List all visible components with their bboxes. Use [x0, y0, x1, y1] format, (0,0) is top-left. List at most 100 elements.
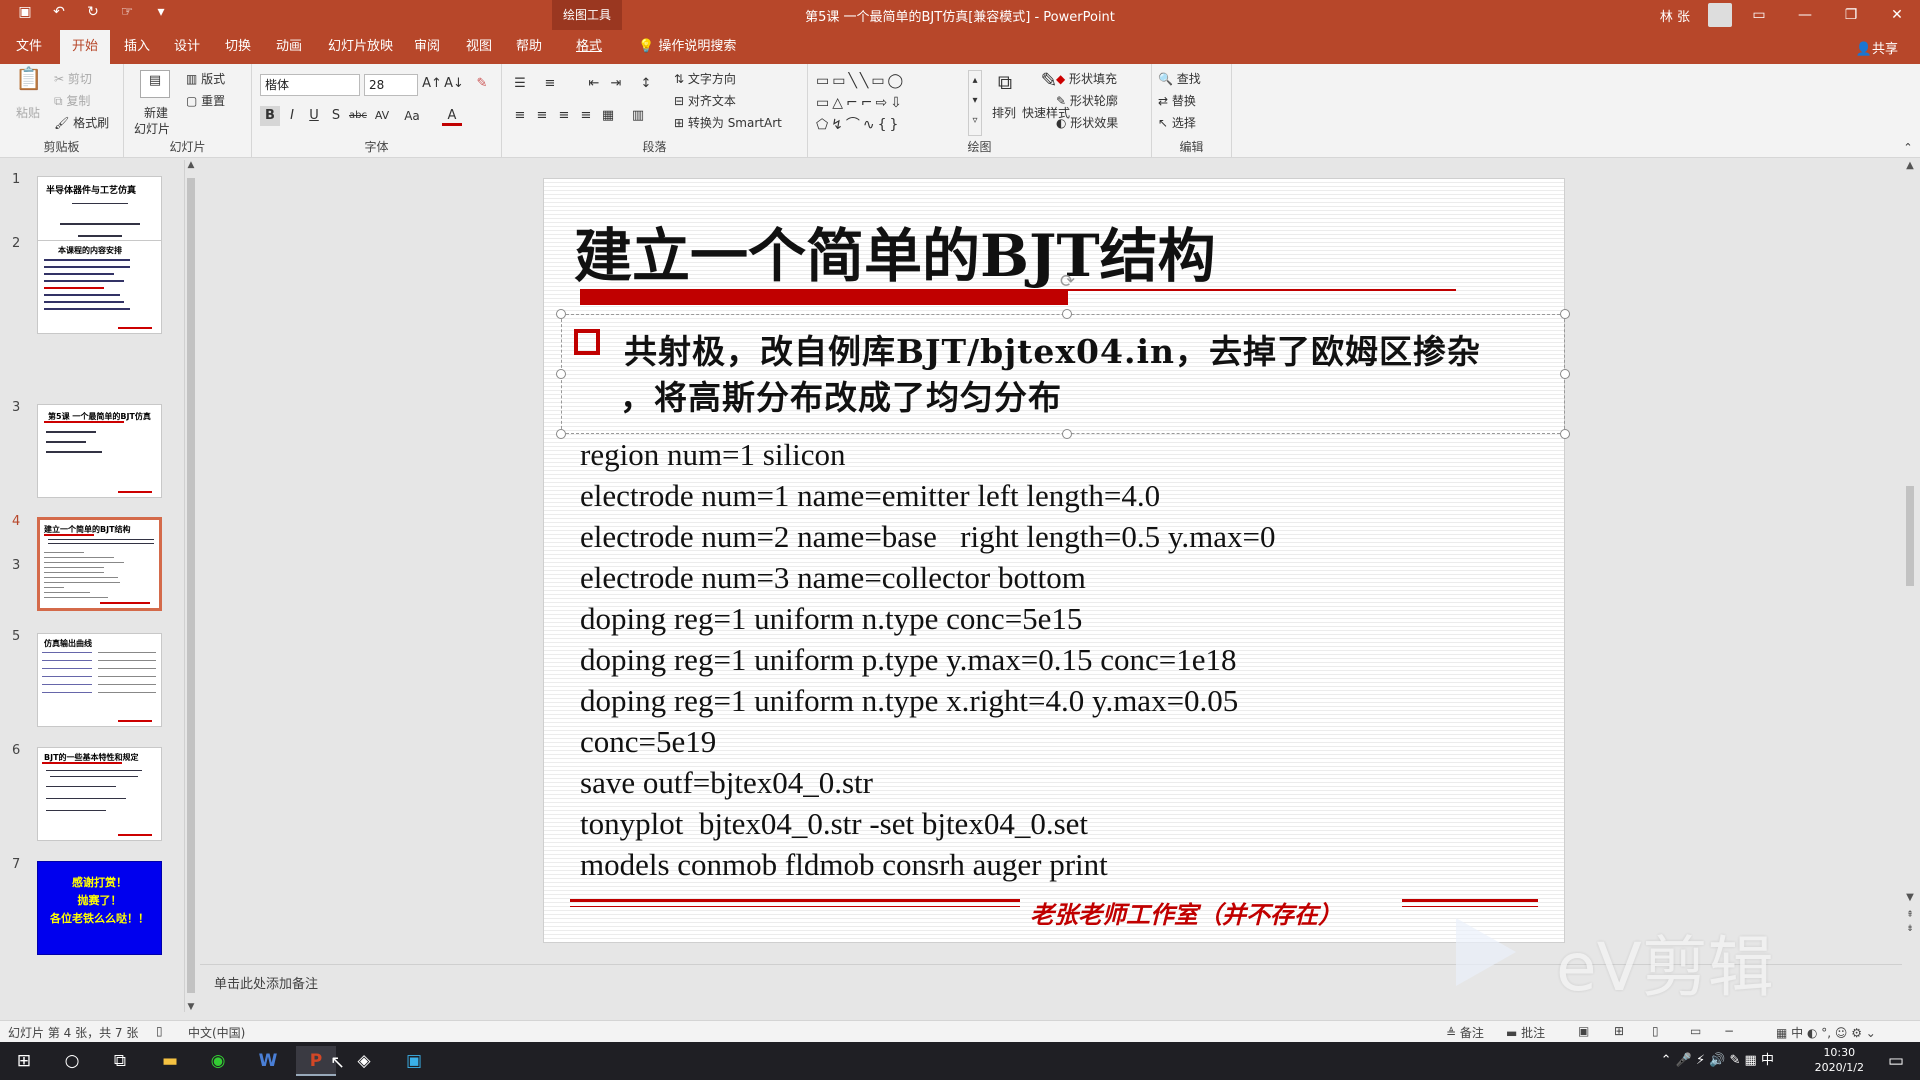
zoom-out-icon[interactable]: −: [1724, 1024, 1734, 1038]
code-line[interactable]: electrode num=1 name=emitter left length…: [580, 478, 1160, 514]
slide-scrollbar[interactable]: ▲ ▼ ⇞ ⇟: [1902, 160, 1918, 940]
tab-slideshow[interactable]: 幻灯片放映: [316, 30, 405, 64]
new-slide-icon[interactable]: ▤: [140, 70, 170, 98]
resize-handle[interactable]: [1560, 369, 1570, 379]
tell-me-search[interactable]: 💡 操作说明搜索: [626, 30, 748, 64]
notes-toggle[interactable]: ≜ 备注: [1446, 1024, 1484, 1041]
share-button[interactable]: 👤共享: [1856, 38, 1898, 57]
tab-help[interactable]: 帮助: [504, 30, 554, 64]
thumbnail-scrollbar[interactable]: ▲ ▼: [184, 160, 196, 1012]
replace-button[interactable]: ⇄ 替换: [1158, 92, 1196, 109]
italic-button[interactable]: I: [282, 106, 302, 126]
paste-icon[interactable]: 📋: [14, 69, 44, 100]
next-slide-icon[interactable]: ⇟: [1902, 924, 1918, 934]
increase-indent-icon[interactable]: ⇥: [606, 74, 626, 94]
reading-view-icon[interactable]: ▯: [1652, 1024, 1659, 1038]
code-line[interactable]: models conmob fldmob consrh auger print: [580, 847, 1108, 883]
slide-thumbnail-7[interactable]: 感谢打赏！ 抛赛了！ 各位老铁么么哒！！: [37, 861, 162, 955]
prev-slide-icon[interactable]: ⇞: [1902, 910, 1918, 920]
tab-insert[interactable]: 插入: [112, 30, 162, 64]
scroll-thumb[interactable]: [1906, 486, 1914, 586]
tab-design[interactable]: 设计: [162, 30, 212, 64]
comments-toggle[interactable]: ▬ 批注: [1506, 1024, 1545, 1041]
tab-home[interactable]: 开始: [60, 30, 111, 64]
cortana-icon[interactable]: ○: [52, 1046, 92, 1076]
align-center-icon[interactable]: ≡: [532, 106, 552, 126]
resize-handle[interactable]: [1560, 309, 1570, 319]
align-left-icon[interactable]: ≡: [510, 106, 530, 126]
tab-view[interactable]: 视图: [454, 30, 504, 64]
new-slide-button[interactable]: 新建: [144, 104, 168, 121]
code-line[interactable]: electrode num=3 name=collector bottom: [580, 560, 1086, 596]
collapse-ribbon-icon[interactable]: ⌃: [1898, 138, 1918, 158]
smartart-button[interactable]: ⊞ 转换为 SmartArt: [674, 114, 782, 131]
resize-handle[interactable]: [556, 369, 566, 379]
layout-button[interactable]: ▥ 版式: [186, 70, 225, 87]
copy-button[interactable]: ⧉ 复制: [54, 92, 90, 109]
scroll-thumb[interactable]: [187, 178, 195, 993]
change-case-button[interactable]: Aa: [402, 106, 422, 126]
bold-button[interactable]: B: [260, 106, 280, 126]
shapes-gallery[interactable]: ▭▭╲╲▭◯ ▭△⌐⌐⇨⇩ ⬠↯⌒∿{}: [816, 70, 966, 136]
browser-icon[interactable]: ◉: [198, 1046, 238, 1076]
ribbon-display-icon[interactable]: ▭: [1736, 0, 1782, 30]
task-view-icon[interactable]: ⧉: [100, 1046, 140, 1076]
bullet-text-line2[interactable]: ，将高斯分布改成了均匀分布: [620, 371, 1062, 419]
code-line[interactable]: region num=1 silicon: [580, 437, 845, 473]
decrease-indent-icon[interactable]: ⇤: [584, 74, 604, 94]
shape-outline-button[interactable]: ✎ 形状轮廓: [1056, 92, 1118, 109]
scroll-down-icon[interactable]: ▼: [1902, 892, 1918, 903]
shadow-button[interactable]: S: [326, 106, 346, 126]
restore-icon[interactable]: ❐: [1828, 0, 1874, 30]
select-button[interactable]: ↖ 选择: [1158, 114, 1196, 131]
ev-recorder-icon[interactable]: ▣: [394, 1046, 434, 1076]
minimize-icon[interactable]: —: [1782, 0, 1828, 30]
new-slide-label2[interactable]: 幻灯片: [134, 120, 170, 137]
strikethrough-button[interactable]: abc: [348, 106, 368, 126]
bullets-icon[interactable]: ☰: [510, 74, 530, 94]
tab-transitions[interactable]: 切换: [213, 30, 263, 64]
font-name-select[interactable]: 楷体: [260, 74, 360, 96]
resize-handle[interactable]: [556, 429, 566, 439]
language-status[interactable]: 中文(中国): [188, 1024, 245, 1041]
slide-thumbnail-3[interactable]: 第5课 一个最简单的BJT仿真: [37, 404, 162, 498]
font-size-select[interactable]: 28: [364, 74, 418, 96]
numbering-icon[interactable]: ≡: [540, 74, 560, 94]
bullet-text-line1[interactable]: 共射极，改自例库BJT/bjtex04.in，去掉了欧姆区掺杂: [624, 325, 1481, 373]
reset-button[interactable]: ▢ 重置: [186, 92, 225, 109]
avatar[interactable]: [1708, 3, 1732, 27]
user-name[interactable]: 林 张: [1660, 6, 1690, 25]
arrange-icon[interactable]: ⧉: [992, 72, 1018, 100]
code-line[interactable]: tonyplot bjtex04_0.str -set bjtex04_0.se…: [580, 806, 1088, 842]
shape-effects-button[interactable]: ◐ 形状效果: [1056, 114, 1118, 131]
rotate-handle-icon[interactable]: ⟳: [1060, 271, 1075, 292]
shapes-more-icon[interactable]: ▴ ▾ ▿: [968, 70, 982, 136]
code-line[interactable]: save outf=bjtex04_0.str: [580, 765, 873, 801]
grow-font-icon[interactable]: A↑: [422, 74, 442, 94]
app-icon[interactable]: ◈: [344, 1046, 384, 1076]
ime-toolbar[interactable]: ▦ 中 ◐ °, ☺ ⚙ ⌄: [1776, 1024, 1876, 1041]
code-line[interactable]: conc=5e19: [580, 724, 716, 760]
resize-handle[interactable]: [1062, 309, 1072, 319]
normal-view-icon[interactable]: ▣: [1578, 1024, 1589, 1038]
notes-placeholder[interactable]: 单击此处添加备注: [214, 973, 318, 992]
scroll-up-icon[interactable]: ▲: [1902, 160, 1918, 171]
resize-handle[interactable]: [1062, 429, 1072, 439]
notification-icon[interactable]: ▭: [1876, 1046, 1916, 1076]
slide-sorter-icon[interactable]: ⊞: [1614, 1024, 1624, 1038]
code-line[interactable]: doping reg=1 uniform n.type conc=5e15: [580, 601, 1082, 637]
line-spacing-icon[interactable]: ↕: [636, 74, 656, 94]
format-painter-button[interactable]: 🖌 格式刷: [54, 114, 109, 131]
word-icon[interactable]: W: [248, 1046, 288, 1076]
distributed-icon[interactable]: ▦: [598, 106, 618, 126]
slide-thumbnail-5[interactable]: 仿真输出曲线: [37, 633, 162, 727]
tab-animations[interactable]: 动画: [264, 30, 314, 64]
font-color-button[interactable]: A: [442, 106, 462, 126]
code-line[interactable]: electrode num=2 name=base right length=0…: [580, 519, 1276, 555]
file-explorer-icon[interactable]: ▬: [150, 1046, 190, 1076]
resize-handle[interactable]: [556, 309, 566, 319]
start-icon[interactable]: ⊞: [4, 1046, 44, 1076]
scroll-up-icon[interactable]: ▲: [185, 160, 197, 170]
slide-title[interactable]: 建立一个简单的BJT结构: [574, 209, 1216, 293]
code-line[interactable]: doping reg=1 uniform p.type y.max=0.15 c…: [580, 642, 1237, 678]
